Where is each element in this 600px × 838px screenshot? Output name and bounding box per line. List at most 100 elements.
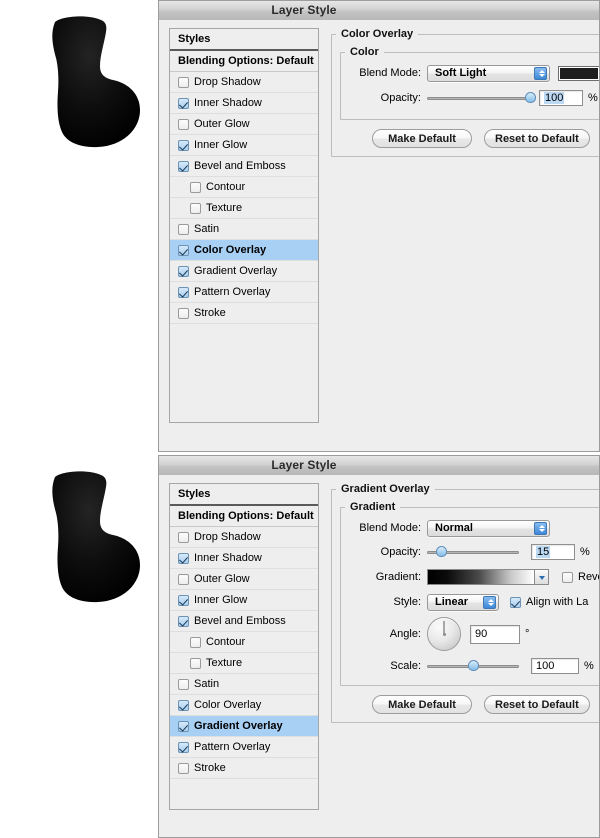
make-default-button[interactable]: Make Default: [372, 695, 472, 714]
artwork-preview-bottom: [0, 455, 158, 838]
style-enable-checkbox[interactable]: [178, 307, 189, 319]
gradient-dropdown-button[interactable]: [535, 569, 549, 585]
angle-input[interactable]: 90: [470, 624, 520, 644]
angle-label: Angle:: [389, 628, 421, 640]
style-row[interactable]: Outer Glow: [170, 114, 318, 135]
style-row[interactable]: Outer Glow: [170, 569, 318, 590]
layer-style-dialog-color-overlay[interactable]: Layer Style Styles Blending Options: Def…: [158, 0, 600, 452]
make-default-button[interactable]: Make Default: [372, 129, 472, 148]
blend-mode-select[interactable]: Normal: [427, 519, 550, 537]
style-row[interactable]: Color Overlay: [170, 240, 318, 261]
style-enable-checkbox[interactable]: [178, 244, 189, 256]
style-enable-checkbox[interactable]: [178, 160, 189, 172]
chevron-updown-icon[interactable]: [534, 66, 547, 80]
style-row-label: Drop Shadow: [194, 531, 261, 543]
styles-list-panel[interactable]: Styles Blending Options: Default Drop Sh…: [169, 28, 319, 423]
angle-dial[interactable]: [427, 617, 461, 651]
scale-input[interactable]: 100: [531, 658, 579, 674]
style-enable-checkbox[interactable]: [178, 699, 189, 711]
reverse-checkbox[interactable]: [562, 571, 573, 583]
style-row-label: Contour: [206, 636, 246, 648]
style-row[interactable]: Gradient Overlay: [170, 261, 318, 282]
style-enable-checkbox[interactable]: [190, 181, 201, 193]
style-row[interactable]: Inner Shadow: [170, 548, 318, 569]
color-swatch[interactable]: [558, 65, 599, 81]
layer-style-dialog-gradient-overlay[interactable]: Layer Style Styles Blending Options: Def…: [158, 455, 600, 838]
style-row[interactable]: Inner Shadow: [170, 93, 318, 114]
align-with-layer-label: Align with La: [526, 596, 589, 608]
style-enable-checkbox[interactable]: [178, 594, 189, 606]
style-enable-checkbox[interactable]: [190, 636, 201, 648]
style-row-label: Pattern Overlay: [194, 741, 271, 753]
style-row[interactable]: Contour: [170, 632, 318, 653]
style-enable-checkbox[interactable]: [178, 139, 189, 151]
style-enable-checkbox[interactable]: [178, 265, 189, 277]
style-row[interactable]: Pattern Overlay: [170, 282, 318, 303]
style-enable-checkbox[interactable]: [178, 720, 189, 732]
style-row-label: Bevel and Emboss: [194, 160, 286, 172]
style-enable-checkbox[interactable]: [178, 531, 189, 543]
dialog-titlebar[interactable]: Layer Style: [159, 456, 599, 476]
gradient-preview-bar[interactable]: [427, 569, 535, 585]
style-enable-checkbox[interactable]: [190, 657, 201, 669]
style-row[interactable]: Color Overlay: [170, 695, 318, 716]
gradient-label: Gradient:: [375, 571, 421, 583]
style-enable-checkbox[interactable]: [178, 552, 189, 564]
default-buttons-row: Make Default Reset to Default: [340, 695, 599, 714]
opacity-slider-track: [427, 96, 530, 100]
style-row: Style: Linear Align with La: [349, 591, 599, 613]
style-enable-checkbox[interactable]: [178, 118, 189, 130]
scale-slider-thumb[interactable]: [468, 660, 479, 671]
style-row[interactable]: Inner Glow: [170, 590, 318, 611]
chevron-updown-icon[interactable]: [534, 521, 547, 535]
align-with-layer-checkbox-row[interactable]: Align with La: [510, 596, 588, 608]
style-label: Style:: [393, 596, 421, 608]
style-row[interactable]: Inner Glow: [170, 135, 318, 156]
style-select[interactable]: Linear: [427, 593, 499, 611]
style-enable-checkbox[interactable]: [178, 762, 189, 774]
blending-options-row[interactable]: Blending Options: Default: [170, 506, 318, 527]
style-row[interactable]: Satin: [170, 219, 318, 240]
style-row[interactable]: Satin: [170, 674, 318, 695]
opacity-slider[interactable]: [427, 544, 519, 560]
scale-slider[interactable]: [427, 658, 519, 674]
style-enable-checkbox[interactable]: [178, 741, 189, 753]
style-row[interactable]: Stroke: [170, 303, 318, 324]
style-row[interactable]: Pattern Overlay: [170, 737, 318, 758]
style-enable-checkbox[interactable]: [178, 286, 189, 298]
blending-options-row[interactable]: Blending Options: Default: [170, 51, 318, 72]
chevron-updown-icon[interactable]: [483, 595, 496, 609]
styles-list-panel[interactable]: Styles Blending Options: Default Drop Sh…: [169, 483, 319, 810]
style-enable-checkbox[interactable]: [178, 76, 189, 88]
style-row[interactable]: Contour: [170, 177, 318, 198]
gradient-picker[interactable]: [427, 569, 549, 585]
style-enable-checkbox[interactable]: [178, 615, 189, 627]
style-row[interactable]: Gradient Overlay: [170, 716, 318, 737]
reset-to-default-button[interactable]: Reset to Default: [484, 695, 590, 714]
dialog-titlebar[interactable]: Layer Style: [159, 1, 599, 21]
opacity-slider-thumb[interactable]: [435, 546, 447, 557]
style-enable-checkbox[interactable]: [178, 573, 189, 585]
style-enable-checkbox[interactable]: [178, 678, 189, 690]
opacity-input[interactable]: 15: [531, 544, 575, 560]
opacity-unit: %: [588, 92, 598, 104]
style-row[interactable]: Texture: [170, 653, 318, 674]
opacity-slider[interactable]: [427, 90, 536, 106]
style-row-label: Stroke: [194, 762, 226, 774]
opacity-slider-thumb[interactable]: [525, 92, 536, 103]
reset-to-default-button[interactable]: Reset to Default: [484, 129, 590, 148]
style-row[interactable]: Drop Shadow: [170, 527, 318, 548]
style-row[interactable]: Stroke: [170, 758, 318, 779]
align-with-layer-checkbox[interactable]: [510, 596, 521, 608]
style-row[interactable]: Bevel and Emboss: [170, 611, 318, 632]
style-row[interactable]: Drop Shadow: [170, 72, 318, 93]
style-enable-checkbox[interactable]: [178, 223, 189, 235]
style-enable-checkbox[interactable]: [190, 202, 201, 214]
reverse-checkbox-row[interactable]: Revers: [562, 571, 599, 583]
dialog-body: Styles Blending Options: Default Drop Sh…: [159, 20, 599, 451]
opacity-input[interactable]: 100: [539, 90, 583, 106]
style-row[interactable]: Bevel and Emboss: [170, 156, 318, 177]
blend-mode-select[interactable]: Soft Light: [427, 64, 550, 82]
style-enable-checkbox[interactable]: [178, 97, 189, 109]
style-row[interactable]: Texture: [170, 198, 318, 219]
